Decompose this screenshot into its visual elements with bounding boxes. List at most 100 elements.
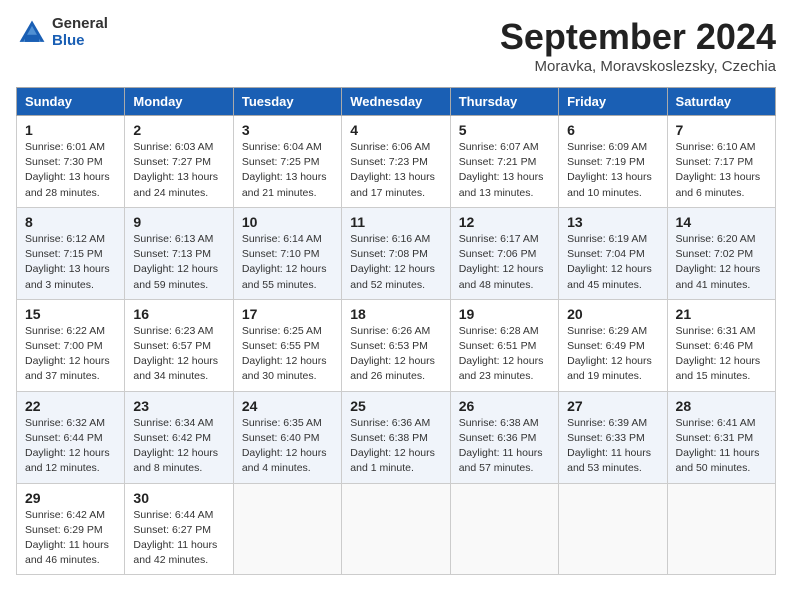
day-info: Sunrise: 6:07 AM Sunset: 7:21 PM Dayligh… xyxy=(459,140,550,201)
day-number: 5 xyxy=(459,122,550,138)
day-number: 24 xyxy=(242,398,333,414)
calendar-cell: 5 Sunrise: 6:07 AM Sunset: 7:21 PM Daylig… xyxy=(450,116,558,208)
month-title: September 2024 xyxy=(500,16,776,58)
day-info: Sunrise: 6:10 AM Sunset: 7:17 PM Dayligh… xyxy=(676,140,767,201)
calendar-week-row: 29 Sunrise: 6:42 AM Sunset: 6:29 PM Dayli… xyxy=(17,483,776,575)
day-number: 11 xyxy=(350,214,441,230)
day-info: Sunrise: 6:16 AM Sunset: 7:08 PM Dayligh… xyxy=(350,232,441,293)
day-number: 13 xyxy=(567,214,658,230)
day-number: 10 xyxy=(242,214,333,230)
calendar-cell: 3 Sunrise: 6:04 AM Sunset: 7:25 PM Daylig… xyxy=(233,116,341,208)
day-number: 19 xyxy=(459,306,550,322)
calendar-cell xyxy=(559,483,667,575)
day-number: 1 xyxy=(25,122,116,138)
day-number: 21 xyxy=(676,306,767,322)
weekday-header: Tuesday xyxy=(233,88,341,116)
calendar-cell: 17 Sunrise: 6:25 AM Sunset: 6:55 PM Dayli… xyxy=(233,299,341,391)
logo-general: General xyxy=(52,16,108,33)
day-info: Sunrise: 6:17 AM Sunset: 7:06 PM Dayligh… xyxy=(459,232,550,293)
calendar-cell: 21Sunrise: 6:31 AM Sunset: 6:46 PM Dayli… xyxy=(667,299,775,391)
day-number: 12 xyxy=(459,214,550,230)
calendar-cell: 14 Sunrise: 6:20 AM Sunset: 7:02 PM Dayli… xyxy=(667,207,775,299)
day-info: Sunrise: 6:32 AM Sunset: 6:44 PM Dayligh… xyxy=(25,416,116,477)
day-info: Sunrise: 6:12 AM Sunset: 7:15 PM Dayligh… xyxy=(25,232,116,293)
weekday-header: Friday xyxy=(559,88,667,116)
calendar-cell: 24 Sunrise: 6:35 AM Sunset: 6:40 PM Dayli… xyxy=(233,391,341,483)
title-block: September 2024 Moravka, Moravskoslezsky,… xyxy=(500,16,776,75)
calendar-cell: 28 Sunrise: 6:41 AM Sunset: 6:31 PM Dayli… xyxy=(667,391,775,483)
day-info: Sunrise: 6:25 AM Sunset: 6:55 PM Dayligh… xyxy=(242,324,333,385)
day-number: 16 xyxy=(133,306,224,322)
day-number: 17 xyxy=(242,306,333,322)
calendar-cell: 10 Sunrise: 6:14 AM Sunset: 7:10 PM Dayli… xyxy=(233,207,341,299)
day-number: 2 xyxy=(133,122,224,138)
day-number: 18 xyxy=(350,306,441,322)
weekday-header: Monday xyxy=(125,88,233,116)
day-number: 27 xyxy=(567,398,658,414)
weekday-header-row: SundayMondayTuesdayWednesdayThursdayFrid… xyxy=(17,88,776,116)
day-number: 22 xyxy=(25,398,116,414)
day-info: Sunrise: 6:44 AM Sunset: 6:27 PM Dayligh… xyxy=(133,508,224,569)
day-number: 14 xyxy=(676,214,767,230)
calendar-cell: 1 Sunrise: 6:01 AM Sunset: 7:30 PM Daylig… xyxy=(17,116,125,208)
weekday-header: Sunday xyxy=(17,88,125,116)
day-number: 30 xyxy=(133,490,224,506)
day-number: 23 xyxy=(133,398,224,414)
weekday-header: Saturday xyxy=(667,88,775,116)
day-number: 28 xyxy=(676,398,767,414)
calendar-cell: 2 Sunrise: 6:03 AM Sunset: 7:27 PM Daylig… xyxy=(125,116,233,208)
day-number: 4 xyxy=(350,122,441,138)
logo-icon xyxy=(16,17,48,49)
day-info: Sunrise: 6:19 AM Sunset: 7:04 PM Dayligh… xyxy=(567,232,658,293)
day-number: 3 xyxy=(242,122,333,138)
day-info: Sunrise: 6:06 AM Sunset: 7:23 PM Dayligh… xyxy=(350,140,441,201)
calendar-cell: 18 Sunrise: 6:26 AM Sunset: 6:53 PM Dayli… xyxy=(342,299,450,391)
day-number: 29 xyxy=(25,490,116,506)
calendar-cell: 12 Sunrise: 6:17 AM Sunset: 7:06 PM Dayli… xyxy=(450,207,558,299)
weekday-header: Thursday xyxy=(450,88,558,116)
calendar-cell xyxy=(342,483,450,575)
calendar-cell xyxy=(233,483,341,575)
day-number: 9 xyxy=(133,214,224,230)
day-number: 25 xyxy=(350,398,441,414)
calendar-cell: 20 Sunrise: 6:29 AM Sunset: 6:49 PM Dayli… xyxy=(559,299,667,391)
day-info: Sunrise: 6:26 AM Sunset: 6:53 PM Dayligh… xyxy=(350,324,441,385)
calendar-cell: 15Sunrise: 6:22 AM Sunset: 7:00 PM Dayli… xyxy=(17,299,125,391)
calendar-cell: 7Sunrise: 6:10 AM Sunset: 7:17 PM Daylig… xyxy=(667,116,775,208)
day-info: Sunrise: 6:01 AM Sunset: 7:30 PM Dayligh… xyxy=(25,140,116,201)
day-info: Sunrise: 6:38 AM Sunset: 6:36 PM Dayligh… xyxy=(459,416,550,477)
calendar-cell: 11 Sunrise: 6:16 AM Sunset: 7:08 PM Dayli… xyxy=(342,207,450,299)
calendar-cell: 27 Sunrise: 6:39 AM Sunset: 6:33 PM Dayli… xyxy=(559,391,667,483)
day-info: Sunrise: 6:39 AM Sunset: 6:33 PM Dayligh… xyxy=(567,416,658,477)
calendar-cell: 22 Sunrise: 6:32 AM Sunset: 6:44 PM Dayli… xyxy=(17,391,125,483)
day-info: Sunrise: 6:03 AM Sunset: 7:27 PM Dayligh… xyxy=(133,140,224,201)
calendar-cell: 23Sunrise: 6:34 AM Sunset: 6:42 PM Dayli… xyxy=(125,391,233,483)
calendar-cell: 19 Sunrise: 6:28 AM Sunset: 6:51 PM Dayli… xyxy=(450,299,558,391)
page-header: General Blue September 2024 Moravka, Mor… xyxy=(16,16,776,75)
calendar-cell: 4 Sunrise: 6:06 AM Sunset: 7:23 PM Daylig… xyxy=(342,116,450,208)
day-info: Sunrise: 6:04 AM Sunset: 7:25 PM Dayligh… xyxy=(242,140,333,201)
day-info: Sunrise: 6:13 AM Sunset: 7:13 PM Dayligh… xyxy=(133,232,224,293)
calendar-cell: 9 Sunrise: 6:13 AM Sunset: 7:13 PM Daylig… xyxy=(125,207,233,299)
calendar-cell: 13 Sunrise: 6:19 AM Sunset: 7:04 PM Dayli… xyxy=(559,207,667,299)
calendar-week-row: 1 Sunrise: 6:01 AM Sunset: 7:30 PM Daylig… xyxy=(17,116,776,208)
day-number: 20 xyxy=(567,306,658,322)
calendar-table: SundayMondayTuesdayWednesdayThursdayFrid… xyxy=(16,87,776,575)
day-info: Sunrise: 6:09 AM Sunset: 7:19 PM Dayligh… xyxy=(567,140,658,201)
calendar-cell: 8Sunrise: 6:12 AM Sunset: 7:15 PM Daylig… xyxy=(17,207,125,299)
calendar-week-row: 15Sunrise: 6:22 AM Sunset: 7:00 PM Dayli… xyxy=(17,299,776,391)
logo: General Blue xyxy=(16,16,108,49)
day-info: Sunrise: 6:35 AM Sunset: 6:40 PM Dayligh… xyxy=(242,416,333,477)
calendar-cell xyxy=(450,483,558,575)
day-info: Sunrise: 6:14 AM Sunset: 7:10 PM Dayligh… xyxy=(242,232,333,293)
calendar-cell: 26Sunrise: 6:38 AM Sunset: 6:36 PM Dayli… xyxy=(450,391,558,483)
day-info: Sunrise: 6:29 AM Sunset: 6:49 PM Dayligh… xyxy=(567,324,658,385)
logo-blue: Blue xyxy=(52,33,108,50)
day-number: 15 xyxy=(25,306,116,322)
calendar-cell: 16Sunrise: 6:23 AM Sunset: 6:57 PM Dayli… xyxy=(125,299,233,391)
day-info: Sunrise: 6:28 AM Sunset: 6:51 PM Dayligh… xyxy=(459,324,550,385)
location-title: Moravka, Moravskoslezsky, Czechia xyxy=(500,58,776,75)
day-info: Sunrise: 6:41 AM Sunset: 6:31 PM Dayligh… xyxy=(676,416,767,477)
day-info: Sunrise: 6:42 AM Sunset: 6:29 PM Dayligh… xyxy=(25,508,116,569)
day-info: Sunrise: 6:20 AM Sunset: 7:02 PM Dayligh… xyxy=(676,232,767,293)
